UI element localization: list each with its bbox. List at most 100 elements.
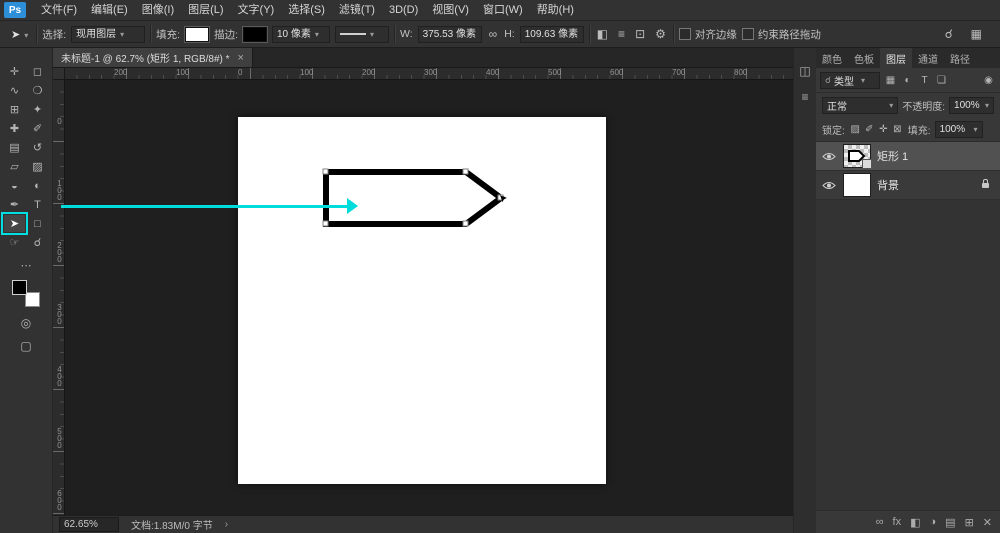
canvas-viewport[interactable]: 20010001002003004005006007008009001000 0… xyxy=(53,68,793,515)
foreground-color-swatch[interactable] xyxy=(12,280,27,295)
path-alignment-icon[interactable]: ≡ xyxy=(616,27,627,41)
panel-tab[interactable]: 路径 xyxy=(944,48,976,68)
spot-healing-brush-tool[interactable]: ✚ xyxy=(4,120,25,137)
layer-row[interactable]: 背景 xyxy=(816,171,1000,200)
filter-type-layers-icon[interactable]: T xyxy=(917,73,932,88)
menu-item[interactable]: 视图(V) xyxy=(425,0,476,20)
lasso-tool[interactable]: ∿ xyxy=(4,82,25,99)
divider xyxy=(150,25,151,43)
move-tool[interactable]: ✛ xyxy=(4,63,25,80)
zoom-tool[interactable]: ☌ xyxy=(27,234,48,251)
layer-filter-dropdown[interactable]: ☌ 类型 xyxy=(820,72,880,89)
docked-panel-icon-1[interactable]: ◫ xyxy=(799,64,810,78)
layer-style-icon[interactable]: fx xyxy=(893,516,902,528)
pen-tool[interactable]: ✒ xyxy=(4,196,25,213)
stroke-width-field[interactable]: 10 像素 xyxy=(272,26,330,43)
shape-settings-gear-icon[interactable]: ⚙ xyxy=(653,27,668,41)
menu-item[interactable]: 3D(D) xyxy=(382,0,425,20)
status-menu-arrow-icon[interactable]: › xyxy=(225,519,228,530)
select-mode-dropdown[interactable]: 现用图层 xyxy=(71,26,145,43)
panel-tab[interactable]: 图层 xyxy=(880,48,912,68)
document-tab[interactable]: 未标题-1 @ 62.7% (矩形 1, RGB/8#) * × xyxy=(53,48,253,67)
docked-panel-icon-2[interactable]: ≡ xyxy=(801,90,808,104)
menu-item[interactable]: 文件(F) xyxy=(34,0,84,20)
color-swatches[interactable] xyxy=(12,280,40,307)
gradient-tool[interactable]: ▨ xyxy=(27,158,48,175)
filter-pixel-layers-icon[interactable]: ▦ xyxy=(883,73,898,88)
path-selection-tool[interactable]: ➤ xyxy=(4,215,25,232)
new-group-icon[interactable]: ▤ xyxy=(945,516,955,529)
menu-item[interactable]: 编辑(E) xyxy=(84,0,135,20)
fill-color-swatch[interactable] xyxy=(185,27,209,42)
menu-item[interactable]: 图像(I) xyxy=(135,0,181,20)
ruler-origin[interactable] xyxy=(53,68,65,80)
close-tab-icon[interactable]: × xyxy=(238,52,244,64)
eyedropper-tool[interactable]: ✦ xyxy=(27,101,48,118)
blur-tool[interactable]: ◒ xyxy=(4,177,25,194)
shape-height-field[interactable]: 109.63 像素 xyxy=(520,26,584,43)
delete-layer-icon[interactable]: ✕ xyxy=(983,516,992,529)
fill-opacity-field[interactable]: 100% xyxy=(935,121,983,138)
brush-tool[interactable]: ✐ xyxy=(27,120,48,137)
screen-mode-icon[interactable]: ▢ xyxy=(20,339,31,353)
background-color-swatch[interactable] xyxy=(25,292,40,307)
panel-tab[interactable]: 色板 xyxy=(848,48,880,68)
filter-shape-layers-icon[interactable]: ❏ xyxy=(934,73,949,88)
quick-mask-mode-icon[interactable]: ◎ xyxy=(21,316,31,330)
rectangle-tool[interactable]: □ xyxy=(27,215,48,232)
document-canvas[interactable] xyxy=(238,117,606,484)
new-layer-icon[interactable]: ⊞ xyxy=(965,516,974,529)
checkbox-box-icon xyxy=(679,28,691,40)
lock-position-icon[interactable]: ✛ xyxy=(877,122,890,137)
path-operations-icon[interactable]: ◧ xyxy=(595,27,610,41)
pentagon-arrow-shape[interactable] xyxy=(238,117,606,484)
quick-selection-tool[interactable]: ❍ xyxy=(27,82,48,99)
clone-stamp-tool[interactable]: ▤ xyxy=(4,139,25,156)
history-brush-tool[interactable]: ↺ xyxy=(27,139,48,156)
adjustment-layer-icon[interactable]: ◑ xyxy=(930,516,937,528)
filter-adjustment-layers-icon[interactable]: ◐ xyxy=(900,73,915,88)
visibility-eye-icon[interactable] xyxy=(821,152,837,161)
menu-item[interactable]: 图层(L) xyxy=(181,0,230,20)
menu-item[interactable]: 窗口(W) xyxy=(476,0,530,20)
layer-thumbnail[interactable] xyxy=(843,144,871,168)
blend-mode-dropdown[interactable]: 正常 xyxy=(822,97,898,114)
lock-all-icon[interactable]: ⊠ xyxy=(891,122,904,137)
layer-row[interactable]: 矩形 1 xyxy=(816,142,1000,171)
link-layers-icon[interactable]: ∞ xyxy=(876,516,884,528)
panel-tab[interactable]: 通道 xyxy=(912,48,944,68)
zoom-level-field[interactable]: 62.65% xyxy=(59,517,119,532)
lock-label: 锁定: xyxy=(822,122,845,137)
stroke-color-swatch[interactable] xyxy=(243,27,267,42)
link-dimensions-icon[interactable]: ∞ xyxy=(487,27,500,41)
stroke-style-dropdown[interactable] xyxy=(335,26,389,43)
menu-item[interactable]: 文字(Y) xyxy=(231,0,282,20)
add-layer-mask-icon[interactable]: ◧ xyxy=(910,516,920,529)
horizontal-type-tool[interactable]: T xyxy=(27,196,48,213)
opacity-field[interactable]: 100% xyxy=(949,97,994,114)
align-edges-checkbox[interactable]: 对齐边缘 xyxy=(679,27,737,42)
menu-item[interactable]: 选择(S) xyxy=(281,0,332,20)
search-icon[interactable]: ☌ xyxy=(943,27,955,41)
rectangular-marquee-tool[interactable]: ◻ xyxy=(27,63,48,80)
crop-tool[interactable]: ⊞ xyxy=(4,101,25,118)
workspace-switcher-icon[interactable]: ▦ xyxy=(969,27,984,41)
eraser-tool[interactable]: ▱ xyxy=(4,158,25,175)
horizontal-ruler[interactable]: 20010001002003004005006007008009001000 xyxy=(64,68,793,80)
filter-toggle-icon[interactable]: ◉ xyxy=(981,73,996,88)
hand-tool[interactable]: ☞ xyxy=(4,234,25,251)
visibility-eye-icon[interactable] xyxy=(821,181,837,190)
menu-item[interactable]: 滤镜(T) xyxy=(332,0,382,20)
dodge-tool[interactable]: ◐ xyxy=(27,177,48,194)
constrain-path-drag-checkbox[interactable]: 约束路径拖动 xyxy=(742,27,821,42)
layer-thumbnail[interactable] xyxy=(843,173,871,197)
lock-transparent-pixels-icon[interactable]: ▨ xyxy=(849,122,862,137)
edit-toolbar-icon[interactable]: ⋯ xyxy=(21,259,32,272)
path-arrange-icon[interactable]: ⊡ xyxy=(633,27,647,41)
vertical-ruler[interactable]: 0100200300400500600 xyxy=(53,79,65,515)
tool-preset-picker[interactable]: ➤ xyxy=(8,28,31,41)
panel-tab[interactable]: 颜色 xyxy=(816,48,848,68)
menu-item[interactable]: 帮助(H) xyxy=(530,0,581,20)
shape-width-field[interactable]: 375.53 像素 xyxy=(418,26,482,43)
lock-image-pixels-icon[interactable]: ✐ xyxy=(863,122,876,137)
